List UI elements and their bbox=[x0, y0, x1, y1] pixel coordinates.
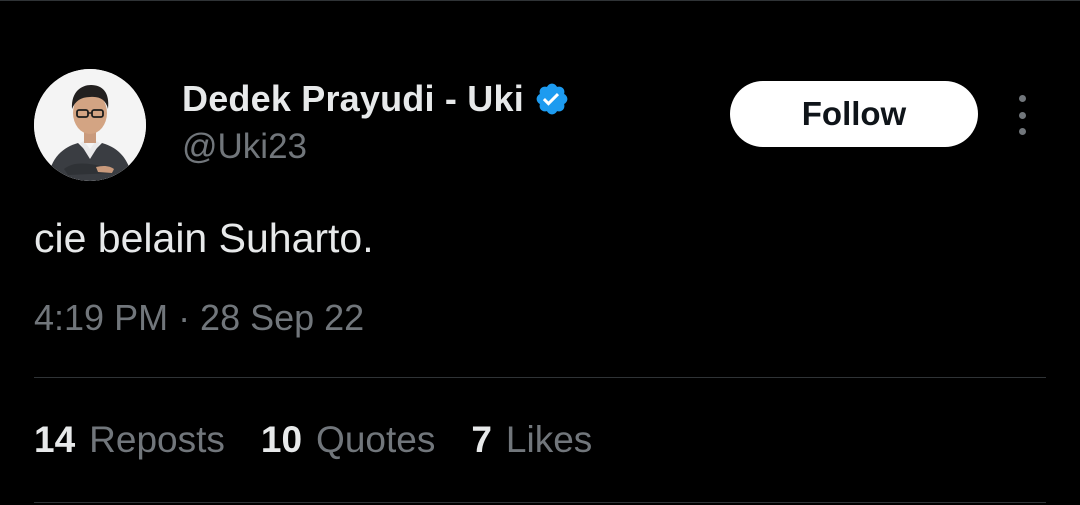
avatar[interactable] bbox=[34, 69, 146, 181]
tweet-detail: Dedek Prayudi - Uki @Uki23 Follow cie be… bbox=[0, 0, 1080, 505]
follow-button[interactable]: Follow bbox=[730, 81, 978, 147]
divider bbox=[34, 377, 1046, 378]
more-dot bbox=[1018, 95, 1026, 102]
user-handle[interactable]: @Uki23 bbox=[182, 127, 570, 167]
tweet-text: cie belain Suharto. bbox=[34, 215, 374, 261]
stat-label: Likes bbox=[505, 419, 593, 460]
more-vertical-icon[interactable] bbox=[1010, 95, 1034, 135]
stat-likes[interactable]: 7 Likes bbox=[471, 419, 592, 461]
stat-quotes[interactable]: 10 Quotes bbox=[261, 419, 435, 461]
name-row: Dedek Prayudi - Uki bbox=[182, 77, 570, 121]
verified-badge-icon bbox=[534, 81, 570, 117]
display-name[interactable]: Dedek Prayudi - Uki bbox=[182, 78, 524, 120]
tweet-header: Dedek Prayudi - Uki @Uki23 Follow bbox=[34, 69, 1046, 181]
stat-reposts[interactable]: 14 Reposts bbox=[34, 419, 225, 461]
stat-count: 7 bbox=[471, 419, 492, 460]
more-dot bbox=[1018, 128, 1026, 135]
tweet-timestamp[interactable]: 4:19 PM · 28 Sep 22 bbox=[34, 297, 364, 339]
stat-count: 14 bbox=[34, 419, 76, 460]
more-dot bbox=[1018, 111, 1026, 119]
user-identity: Dedek Prayudi - Uki @Uki23 bbox=[182, 77, 570, 167]
stat-label: Quotes bbox=[316, 419, 436, 460]
stat-count: 10 bbox=[260, 419, 303, 460]
divider bbox=[34, 502, 1046, 503]
engagement-stats: 14 Reposts 10 Quotes 7 Likes bbox=[34, 419, 628, 461]
avatar-image bbox=[34, 69, 146, 181]
stat-label: Reposts bbox=[89, 419, 225, 460]
